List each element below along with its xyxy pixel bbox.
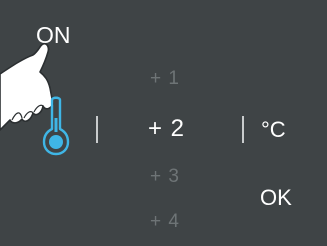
ok-button[interactable]: OK [260, 187, 292, 209]
temperature-option-3[interactable]: + 3 [150, 167, 180, 186]
divider-right [242, 116, 244, 143]
temperature-option-4[interactable]: + 4 [150, 212, 180, 231]
control-panel-screen: ON + 1 + 2 + 3 + 4 °C OK [0, 0, 327, 246]
temperature-selected-value[interactable]: + 2 [148, 117, 185, 141]
divider-left [96, 116, 98, 143]
temperature-unit-label: °C [261, 117, 286, 142]
temperature-option-1[interactable]: + 1 [150, 69, 180, 88]
thermometer-icon [42, 96, 70, 156]
